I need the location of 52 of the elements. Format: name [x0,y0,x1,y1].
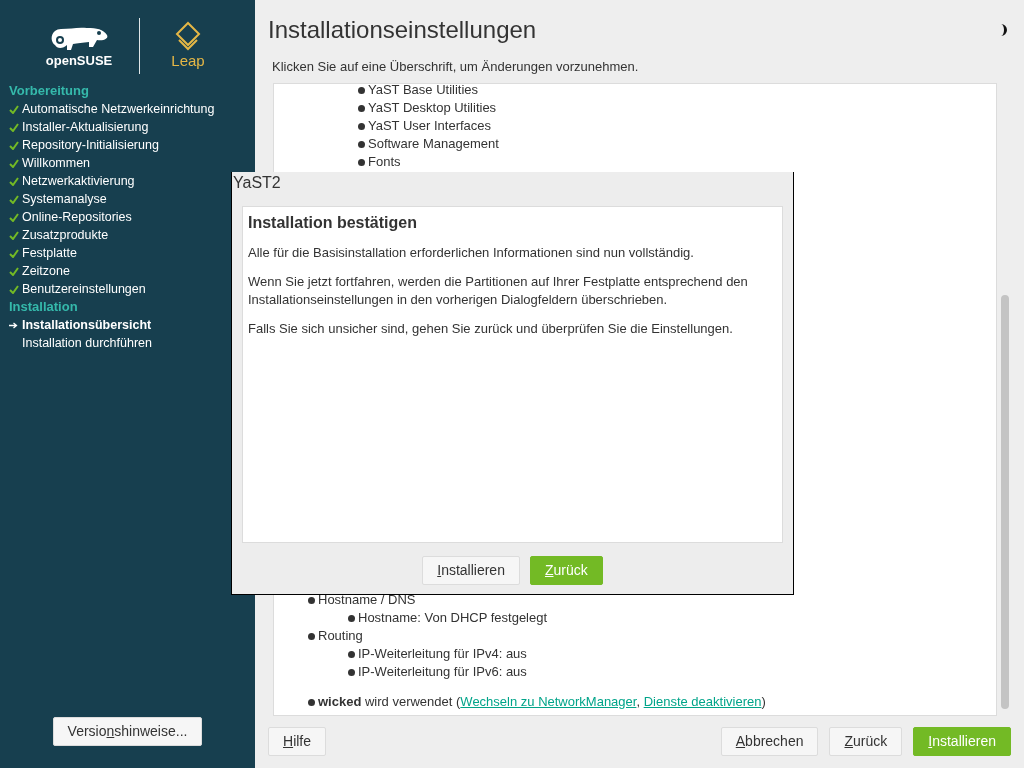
summary-item: YaST User Interfaces [368,117,492,135]
dialog-title: YaST2 [232,173,282,193]
step-item: Installation durchführen [22,335,152,352]
step-item: Automatische Netzwerkeinrichtung [22,101,215,118]
step-item: Benutzereinstellungen [22,281,146,298]
step-item: Installer-Aktualisierung [22,119,149,136]
dialog-paragraph: Alle für die Basisinstallation erforderlichen Informationen sind nun vollständig. [248,244,695,262]
secondary-button[interactable]: Versionshinweise... [52,717,203,746]
secondary-button[interactable]: Installieren [422,556,520,585]
secondary-button[interactable]: Abbrechen [720,726,819,756]
summary-item: Fonts [368,153,401,171]
network-sentence: wicked wird verwendet (Wechseln zu NetworkManager, Dienste deaktivieren) [318,693,766,711]
section-heading: Vorbereitung [9,82,90,100]
summary-item: Hostname: Von DHCP festgelegt [358,609,548,627]
step-item: Systemanalyse [22,191,107,208]
bullet-icon [348,668,355,676]
summary-item: YaST Base Utilities [368,84,479,99]
brand-name: openSUSE [45,53,113,69]
summary-item: IP-Weiterleitung für IPv4: aus [358,645,527,663]
bullet-icon [308,632,315,640]
step-item: Zeitzone [22,263,70,280]
bullet-icon [308,596,315,604]
step-item: Willkommen [22,155,91,172]
summary-item: Software Management [368,135,499,153]
hint-text: Klicken Sie auf eine Überschrift, um Änderungen vorzunehmen. [271,60,640,74]
summary-item: YaST Desktop Utilities [368,99,497,117]
bullet-icon [358,122,365,130]
dialog-paragraph: Falls Sie sich unsicher sind, gehen Sie zurück und überprüfen Sie die Einstellungen. [248,320,734,338]
bullet-icon [358,140,365,148]
product-name: Leap [171,51,205,71]
summary-item: Hostname / DNS [318,591,416,609]
step-item: Zusatzprodukte [22,227,109,244]
bullet-icon [358,104,365,112]
secondary-button[interactable]: Hilfe [268,726,327,756]
page-title: Installationseinstellungen [268,15,537,45]
step-item: Festplatte [22,245,77,262]
summary-item: IP-Weiterleitung für IPv6: aus [358,663,527,681]
bullet-icon [348,650,355,658]
summary-item: Routing [318,627,363,645]
step-item: Repository-Initialisierung [22,137,159,154]
dialog-heading: Installation bestätigen [248,213,418,233]
bullet-icon [348,614,355,622]
secondary-button[interactable]: Zurück [829,726,903,756]
step-item: Netzwerkaktivierung [22,173,135,190]
bullet-icon [308,698,315,706]
step-item: Online-Repositories [22,209,132,226]
arrow-icon [9,321,18,329]
step-item: Installationsübersicht [22,317,152,334]
diamond-icon [175,21,201,51]
bullet-icon [358,158,365,166]
bullet-icon [358,86,365,94]
dialog-paragraph: Wenn Sie jetzt fortfahren, werden die Partitionen auf Ihrer Festplatte entsprechend den Installationseinstellungen in den vorherigen Dialogfeldern überschrieben. [248,273,749,309]
